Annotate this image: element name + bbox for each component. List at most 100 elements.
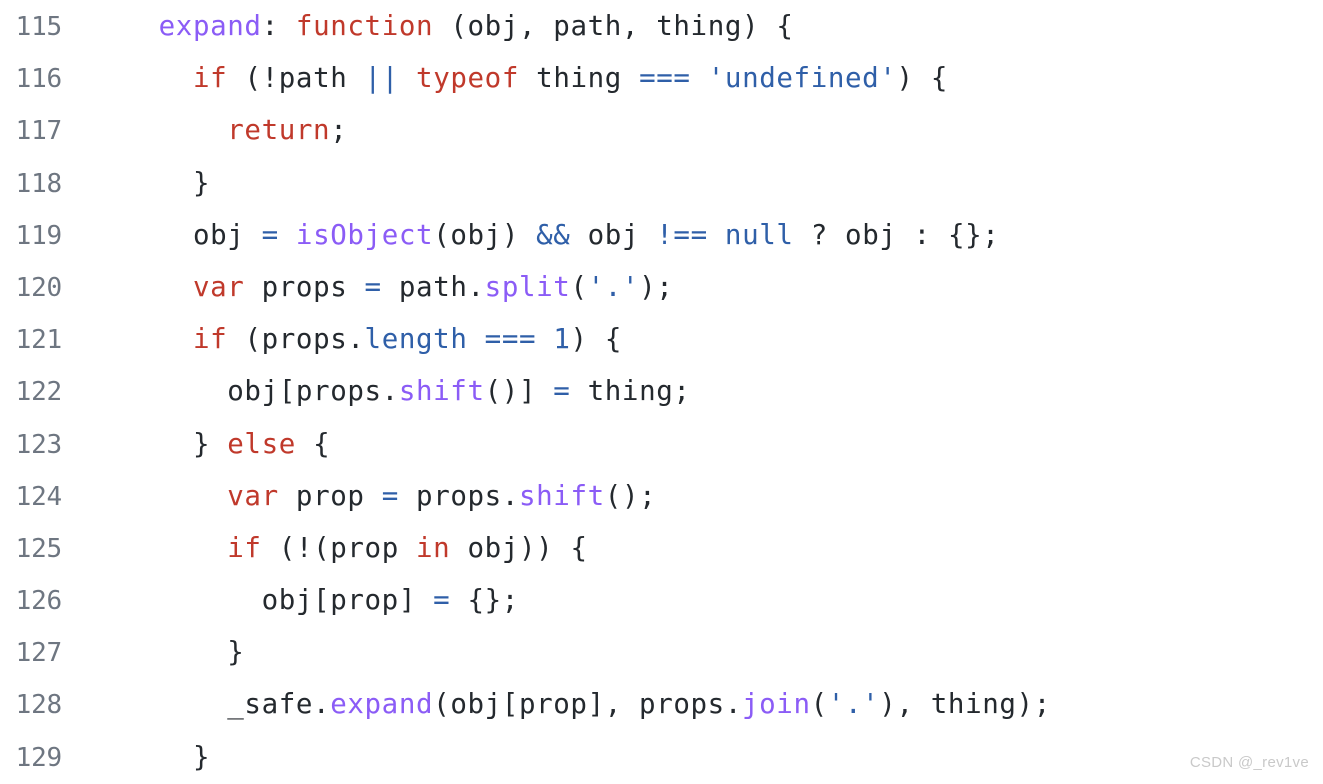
token-string: 'undefined' xyxy=(707,62,897,95)
token-plain: props xyxy=(244,270,365,303)
token-keyword: function xyxy=(295,10,434,42)
code-line: 120 var props = path.split('.'); xyxy=(0,261,1323,313)
token-plain: thing xyxy=(519,62,640,95)
line-code[interactable]: expand: function (obj, path, thing) { xyxy=(62,0,793,52)
code-line: 116 if (!path || typeof thing === 'undef… xyxy=(0,52,1323,104)
line-code[interactable]: } xyxy=(62,731,210,783)
line-number: 123 xyxy=(15,429,63,460)
watermark: CSDN @_rev1ve xyxy=(1189,754,1309,771)
line-number: 117 xyxy=(15,116,63,147)
line-code[interactable]: if (!path || typeof thing === 'undefined… xyxy=(62,52,948,104)
token-keyword: if xyxy=(227,531,262,564)
line-number: 121 xyxy=(15,325,63,356)
line-code[interactable]: } xyxy=(62,626,244,678)
token-operator: = xyxy=(553,375,571,408)
code-line: 119 obj = isObject(obj) && obj !== null … xyxy=(0,209,1323,261)
line-code[interactable]: obj[prop] = {}; xyxy=(62,574,519,626)
line-code[interactable]: } else { xyxy=(62,418,330,470)
line-number: 120 xyxy=(15,272,63,303)
token-plain: ? obj : {}; xyxy=(793,218,1000,251)
token-plain: } xyxy=(90,427,228,460)
line-code[interactable]: var props = path.split('.'); xyxy=(62,261,673,313)
token-plain: thing; xyxy=(570,375,691,408)
token-function: join xyxy=(741,688,811,721)
token-plain: {}; xyxy=(450,584,519,617)
token-plain: path. xyxy=(381,270,485,303)
line-number: 118 xyxy=(15,168,63,199)
token-plain: obj[props. xyxy=(90,375,399,408)
token-operator: = xyxy=(261,218,279,251)
line-number: 122 xyxy=(15,377,63,408)
token-keyword: if xyxy=(192,323,228,356)
line-code[interactable]: obj = isObject(obj) && obj !== null ? ob… xyxy=(62,209,999,261)
token-operator: === xyxy=(484,323,537,356)
token-plain: obj)) { xyxy=(450,531,588,564)
token-operator: = xyxy=(364,270,382,303)
token-keyword: var xyxy=(227,479,279,512)
code-line: 126 obj[prop] = {}; xyxy=(0,574,1323,626)
token-function: expand xyxy=(158,10,262,42)
token-plain: obj[prop] xyxy=(90,584,434,617)
line-code[interactable]: _safe.expand(obj[prop], props.join('.'),… xyxy=(62,678,1051,730)
line-number: 125 xyxy=(15,533,63,564)
token-plain: obj xyxy=(570,218,657,251)
token-operator: !== xyxy=(656,218,708,251)
line-code[interactable]: } xyxy=(62,157,210,209)
line-number: 115 xyxy=(15,12,63,42)
code-line: 127 } xyxy=(0,626,1323,678)
token-plain: (obj[prop], props. xyxy=(433,688,742,721)
token-plain: ; xyxy=(330,114,348,147)
line-number: 126 xyxy=(15,586,63,617)
token-plain: } xyxy=(90,166,211,199)
token-plain: ( xyxy=(570,270,588,303)
token-plain: (obj) xyxy=(433,218,537,251)
token-string: '.' xyxy=(827,688,880,721)
code-line: 118 } xyxy=(0,157,1323,209)
line-code[interactable]: return; xyxy=(62,104,347,156)
token-plain: (obj, path, thing) { xyxy=(433,10,794,42)
token-plain: } xyxy=(90,740,211,773)
code-viewer: 115 expand: function (obj, path, thing) … xyxy=(0,0,1323,779)
code-line: 125 if (!(prop in obj)) { xyxy=(0,522,1323,574)
token-constant: null xyxy=(724,218,794,251)
code-line: 128 _safe.expand(obj[prop], props.join('… xyxy=(0,678,1323,730)
token-function: isObject xyxy=(295,218,434,251)
token-keyword: return xyxy=(227,114,331,147)
code-line: 122 obj[props.shift()] = thing; xyxy=(0,365,1323,417)
token-number: 1 xyxy=(553,323,571,356)
token-plain: : xyxy=(261,10,296,42)
token-operator: || xyxy=(364,62,399,95)
line-code[interactable]: if (!(prop in obj)) { xyxy=(62,522,588,574)
line-number: 116 xyxy=(15,64,63,95)
line-number: 127 xyxy=(15,638,63,669)
code-line-list: 115 expand: function (obj, path, thing) … xyxy=(0,0,1323,783)
line-number: 124 xyxy=(15,481,63,512)
token-plain: props. xyxy=(398,479,519,512)
token-operator: === xyxy=(639,62,691,95)
code-line: 124 var prop = props.shift(); xyxy=(0,470,1323,522)
token-string: '.' xyxy=(587,270,640,303)
token-keyword: typeof xyxy=(416,62,519,95)
line-number: 129 xyxy=(15,742,63,773)
token-plain: obj xyxy=(90,218,262,251)
token-plain: (); xyxy=(604,479,657,512)
token-property: length xyxy=(364,323,468,356)
line-number: 128 xyxy=(15,690,63,721)
token-plain: prop xyxy=(278,479,382,512)
line-code[interactable]: obj[props.shift()] = thing; xyxy=(62,365,691,417)
code-line: 121 if (props.length === 1) { xyxy=(0,313,1323,365)
token-operator: = xyxy=(433,584,451,617)
line-code[interactable]: var prop = props.shift(); xyxy=(62,470,656,522)
token-plain: ) { xyxy=(570,323,622,356)
line-code[interactable]: if (props.length === 1) { xyxy=(62,313,622,365)
